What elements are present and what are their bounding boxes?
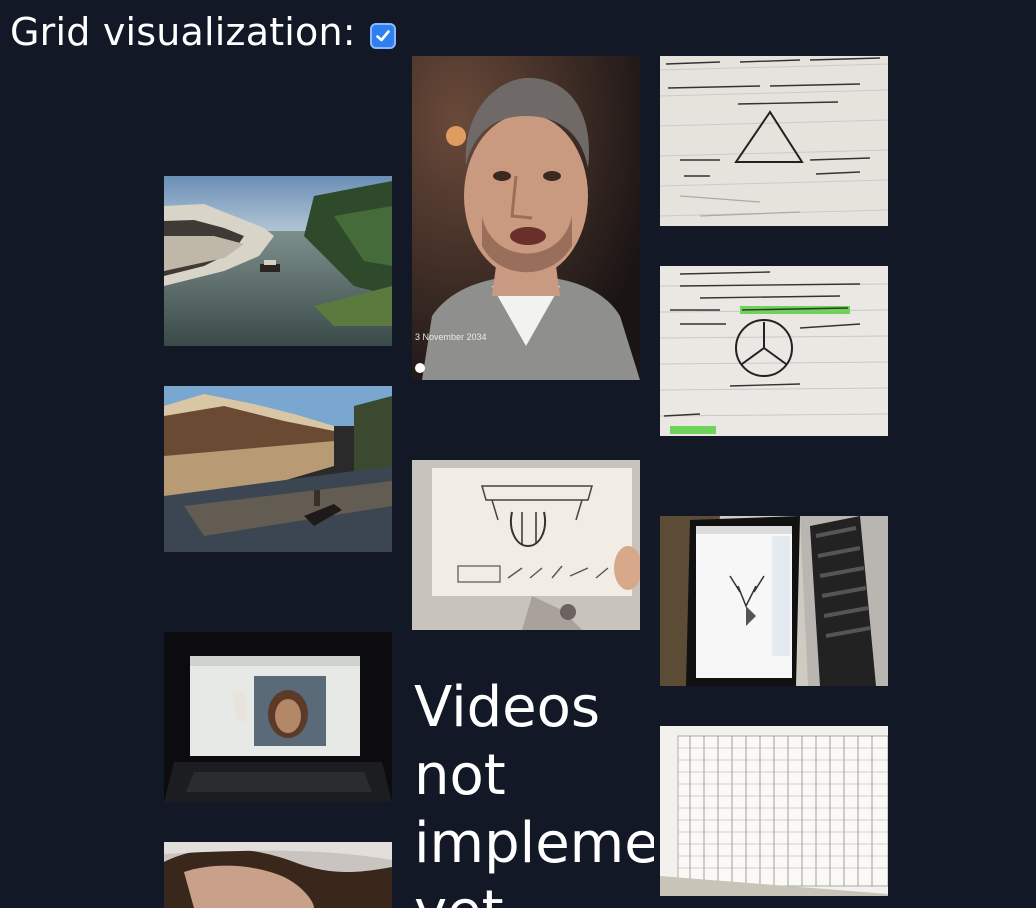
message-line: implemented (414, 811, 654, 876)
photo-paper-grid-table[interactable] (660, 726, 888, 896)
photo-selfie-hair[interactable] (164, 842, 392, 908)
message-line: not (414, 743, 506, 808)
page: Grid visualization: 3 November 2034 Vide… (0, 0, 1036, 908)
photo-canal-boat[interactable] (164, 176, 392, 346)
checkmark-icon (375, 30, 390, 42)
photo-bridge-drawing-card[interactable] (412, 460, 640, 630)
message-line: yet (414, 878, 654, 908)
grid-visualization-label: Grid visualization: (10, 10, 356, 54)
grid-visualization-toggle-row: Grid visualization: (10, 8, 396, 56)
photo-notes-triangle[interactable] (660, 56, 888, 226)
grid-visualization-checkbox[interactable] (369, 23, 396, 49)
message-line: Videos (414, 675, 601, 740)
photo-notes-representation[interactable] (660, 266, 888, 436)
photo-man-portrait[interactable]: 3 November 2034 (412, 56, 640, 380)
videos-not-implemented-message: Videos not implemented yet (414, 674, 654, 908)
photo-laptop-video-call[interactable] (164, 632, 392, 802)
photo-laptop-deer-drawing[interactable] (660, 516, 888, 686)
photo-canal-houses[interactable] (164, 386, 392, 552)
photo-date-caption: 3 November 2034 (415, 332, 487, 342)
